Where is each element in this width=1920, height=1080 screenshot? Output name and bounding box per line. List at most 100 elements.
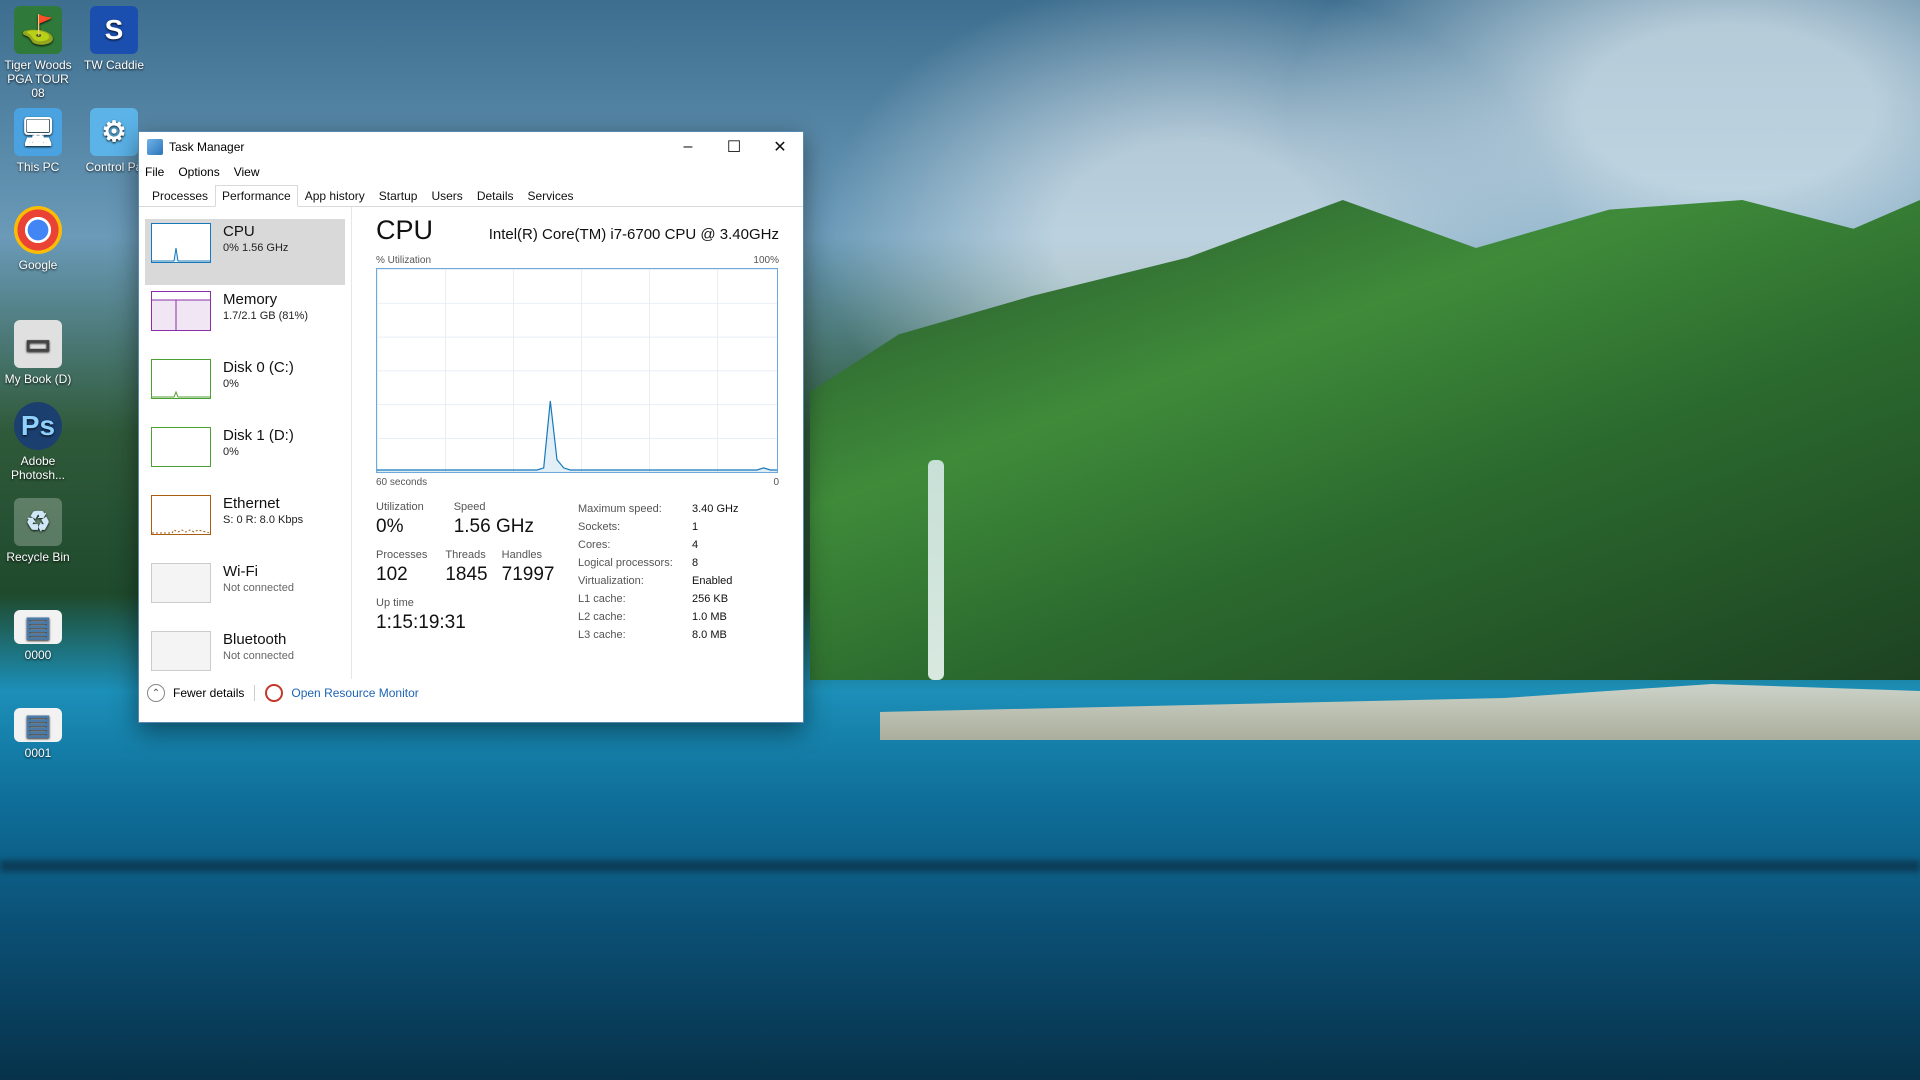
- stat-threads-label: Threads: [445, 549, 486, 561]
- tab-app-history[interactable]: App history: [298, 185, 372, 206]
- disk0-thumbnail: [151, 359, 211, 399]
- spec-value: 8: [692, 557, 699, 569]
- stat-handles-value: 71997: [501, 564, 555, 585]
- tab-processes[interactable]: Processes: [145, 185, 215, 206]
- memory-thumbnail: [151, 291, 211, 331]
- sidebar-item-disk1[interactable]: Disk 1 (D:) 0%: [145, 423, 345, 489]
- wallpaper-beach: [880, 684, 1920, 740]
- spec-value: 256 KB: [692, 593, 729, 605]
- cpu-stats: Utilization 0% Speed 1.56 GHz Processes …: [376, 500, 779, 644]
- stat-handles: Handles 71997: [502, 548, 555, 588]
- desktop-icon-0000[interactable]: ▤ 0000: [0, 610, 76, 662]
- tab-details[interactable]: Details: [470, 185, 521, 206]
- desktop-icon-this-pc[interactable]: 🖥 This PC: [0, 108, 76, 174]
- menu-bar: File Options View: [139, 162, 803, 182]
- stat-uptime: Up time 1:15:19:31: [376, 596, 466, 636]
- sidebar-label-disk1: Disk 1 (D:): [223, 427, 294, 444]
- computer-icon: 🖥: [14, 108, 62, 156]
- desktop-icon-my-book[interactable]: ▭ My Book (D): [0, 320, 76, 386]
- menu-view[interactable]: View: [234, 165, 260, 179]
- spec-row: Logical processors: 8: [578, 554, 738, 572]
- stat-utilization-value: 0%: [376, 516, 404, 537]
- tab-startup[interactable]: Startup: [372, 185, 425, 206]
- image-file-icon: ▤: [14, 610, 62, 644]
- cpu-header: CPU Intel(R) Core(TM) i7-6700 CPU @ 3.40…: [376, 215, 779, 251]
- sidebar-value-bluetooth: Not connected: [223, 650, 294, 662]
- minimize-button[interactable]: –: [665, 132, 711, 162]
- stat-processes-label: Processes: [376, 549, 428, 561]
- tw-caddie-icon: S: [90, 6, 138, 54]
- image-file-icon: ▤: [14, 708, 62, 742]
- graph-ylabel: % Utilization: [376, 255, 432, 266]
- sidebar-value-disk0: 0%: [223, 378, 239, 390]
- task-manager-window: Task Manager – ☐ ✕ File Options View Pro…: [138, 131, 804, 723]
- drive-icon: ▭: [14, 320, 62, 368]
- window-title: Task Manager: [169, 140, 245, 154]
- spec-row: Virtualization: Enabled: [578, 572, 738, 590]
- sidebar-item-cpu[interactable]: CPU 0% 1.56 GHz: [145, 219, 345, 285]
- stats-row-1: Utilization 0% Speed 1.56 GHz: [376, 500, 578, 540]
- desktop-icon-google[interactable]: Google: [0, 206, 76, 272]
- sidebar-item-memory[interactable]: Memory 1.7/2.1 GB (81%): [145, 287, 345, 353]
- fewer-details-link[interactable]: Fewer details: [173, 686, 244, 700]
- desktop-icon-recycle-bin[interactable]: ♻ Recycle Bin: [0, 498, 76, 564]
- menu-file[interactable]: File: [145, 165, 164, 179]
- tab-users[interactable]: Users: [424, 185, 469, 206]
- sidebar-item-disk0[interactable]: Disk 0 (C:) 0%: [145, 355, 345, 421]
- tab-performance[interactable]: Performance: [215, 185, 298, 207]
- sidebar-label-memory: Memory: [223, 291, 278, 308]
- chevron-up-icon[interactable]: ⌃: [147, 684, 165, 702]
- stats-row-3: Up time 1:15:19:31: [376, 596, 578, 636]
- ethernet-thumbnail-graph: [152, 529, 210, 534]
- maximize-button[interactable]: ☐: [711, 132, 757, 162]
- spec-key: Sockets:: [578, 521, 621, 533]
- stat-utilization-label: Utilization: [376, 501, 424, 513]
- desktop-icon-tw-caddie[interactable]: S TW Caddie: [76, 6, 152, 72]
- cpu-series-line: [377, 400, 777, 471]
- stats-row-2: Processes 102 Threads 1845 Handles 71997: [376, 548, 578, 588]
- menu-options[interactable]: Options: [178, 165, 219, 179]
- stat-processes-value: 102: [376, 564, 408, 585]
- disk1-thumbnail: [151, 427, 211, 467]
- stat-speed: Speed 1.56 GHz: [454, 500, 534, 540]
- footer-divider: [254, 685, 256, 701]
- spec-value: 8.0 MB: [692, 629, 727, 641]
- control-panel-icon: ⚙: [90, 108, 138, 156]
- wallpaper-mountain: [810, 200, 1920, 680]
- cpu-graph-svg: [377, 400, 777, 472]
- tab-services[interactable]: Services: [521, 185, 581, 206]
- sidebar-value-ethernet: S: 0 R: 8.0 Kbps: [223, 514, 304, 526]
- photoshop-icon: Ps: [14, 402, 62, 450]
- desktop-icon-0001[interactable]: ▤ 0001: [0, 708, 76, 760]
- open-resource-monitor-link[interactable]: Open Resource Monitor: [291, 686, 418, 700]
- sidebar-value-cpu: 0% 1.56 GHz: [223, 242, 289, 254]
- desktop-icon-photoshop[interactable]: Ps Adobe Photosh...: [0, 402, 76, 482]
- sidebar-item-wifi[interactable]: Wi-Fi Not connected: [145, 559, 345, 625]
- sidebar-value-wifi: Not connected: [223, 582, 294, 594]
- cpu-summary: CPU 0% 1.56 GHz: [223, 223, 288, 255]
- title-bar[interactable]: Task Manager – ☐ ✕: [139, 132, 803, 162]
- stat-speed-value: 1.56 GHz: [453, 516, 534, 537]
- bluetooth-thumbnail: [151, 631, 211, 671]
- disk0-summary: Disk 0 (C:) 0%: [223, 359, 294, 391]
- close-button[interactable]: ✕: [757, 132, 803, 162]
- ethernet-summary: Ethernet S: 0 R: 8.0 Kbps: [223, 495, 303, 527]
- ethernet-thumbnail: [151, 495, 211, 535]
- spec-value: 1: [692, 521, 699, 533]
- spec-value: 1.0 MB: [692, 611, 727, 623]
- spec-row: Maximum speed: 3.40 GHz: [578, 500, 738, 518]
- spec-key: L1 cache:: [578, 593, 626, 605]
- stat-handles-label: Handles: [501, 549, 542, 561]
- cpu-utilization-graph: [376, 268, 778, 473]
- stat-uptime-value: 1:15:19:31: [376, 612, 466, 633]
- sidebar-label-cpu: CPU: [223, 223, 255, 240]
- stat-threads-value: 1845: [445, 564, 488, 585]
- golf-game-icon: ⛳: [14, 6, 62, 54]
- sidebar-item-ethernet[interactable]: Ethernet S: 0 R: 8.0 Kbps: [145, 491, 345, 557]
- cpu-detail-panel: CPU Intel(R) Core(TM) i7-6700 CPU @ 3.40…: [352, 207, 803, 672]
- spec-key: Cores:: [578, 539, 611, 551]
- desktop-icon-tiger-woods[interactable]: ⛳ Tiger Woods PGA TOUR 08: [0, 6, 76, 100]
- wifi-summary: Wi-Fi Not connected: [223, 563, 294, 595]
- tab-bar: Processes Performance App history Startu…: [139, 182, 803, 207]
- cpu-series-area: [377, 400, 777, 472]
